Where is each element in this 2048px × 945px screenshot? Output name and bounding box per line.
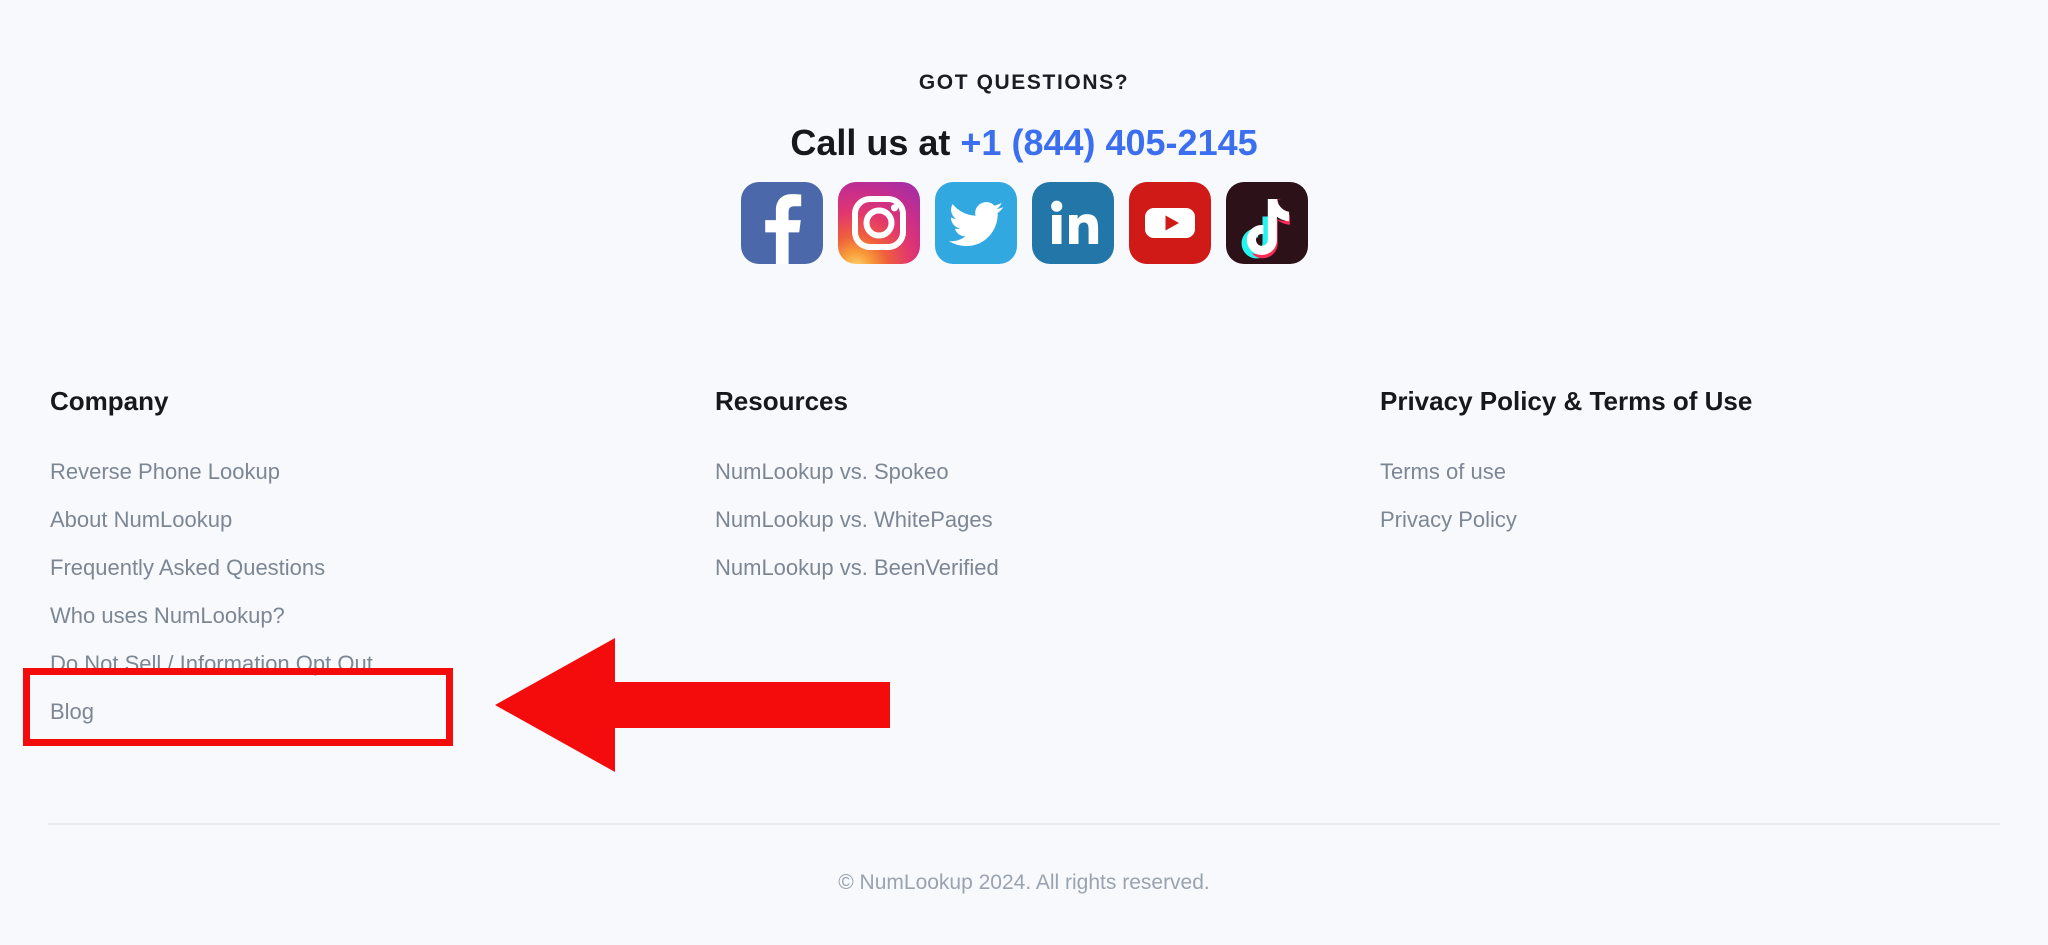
call-us-label: Call us at: [790, 122, 961, 163]
footer-link-numlookup-vs-beenverified[interactable]: NumLookup vs. BeenVerified: [715, 544, 999, 592]
footer-link-numlookup-vs-whitepages[interactable]: NumLookup vs. WhitePages: [715, 496, 993, 544]
list-item: Terms of use: [1380, 448, 1980, 496]
footer-column-privacy: Privacy Policy & Terms of Use Terms of u…: [1380, 385, 1980, 736]
phone-number-link[interactable]: +1 (844) 405-2145: [960, 122, 1257, 163]
footer-link-who-uses-numlookup[interactable]: Who uses NumLookup?: [50, 592, 285, 640]
list-item: Reverse Phone Lookup: [50, 448, 715, 496]
footer-column-resources: Resources NumLookup vs. Spokeo NumLookup…: [715, 385, 1380, 736]
copyright-text: © NumLookup 2024. All rights reserved.: [838, 871, 1210, 894]
contact-block: GOT QUESTIONS? Call us at +1 (844) 405-2…: [0, 0, 2048, 265]
list-item: Who uses NumLookup?: [50, 592, 715, 640]
list-item: NumLookup vs. BeenVerified: [715, 544, 1380, 592]
tiktok-icon[interactable]: [1225, 182, 1308, 265]
list-item: Frequently Asked Questions: [50, 544, 715, 592]
twitter-icon[interactable]: [934, 182, 1017, 265]
footer-heading-privacy-policy-terms: Privacy Policy & Terms of Use: [1380, 386, 1753, 416]
list-item: Blog: [50, 688, 715, 736]
footer-column-company: Company Reverse Phone Lookup About NumLo…: [50, 385, 715, 736]
footer-columns: Company Reverse Phone Lookup About NumLo…: [0, 385, 2048, 736]
footer-heading-resources: Resources: [715, 386, 848, 416]
footer-links-resources: NumLookup vs. Spokeo NumLookup vs. White…: [715, 448, 1380, 592]
footer-divider: [48, 823, 2000, 825]
linkedin-icon[interactable]: [1031, 182, 1114, 265]
footer-link-numlookup-vs-spokeo[interactable]: NumLookup vs. Spokeo: [715, 448, 949, 496]
got-questions-heading: GOT QUESTIONS?: [918, 71, 1130, 94]
call-us-line: Call us at +1 (844) 405-2145: [0, 121, 2048, 164]
footer-link-privacy-policy[interactable]: Privacy Policy: [1380, 496, 1517, 544]
social-links-row: [0, 182, 2048, 265]
footer-link-reverse-phone-lookup[interactable]: Reverse Phone Lookup: [50, 448, 280, 496]
facebook-icon[interactable]: [740, 182, 823, 265]
youtube-icon[interactable]: [1128, 182, 1211, 265]
footer-heading-company: Company: [50, 386, 169, 416]
list-item: Do Not Sell / Information Opt Out: [50, 640, 715, 688]
list-item: Privacy Policy: [1380, 496, 1980, 544]
list-item: NumLookup vs. Spokeo: [715, 448, 1380, 496]
footer-link-terms-of-use[interactable]: Terms of use: [1380, 448, 1506, 496]
list-item: About NumLookup: [50, 496, 715, 544]
footer-link-do-not-sell-information-opt-out[interactable]: Do Not Sell / Information Opt Out: [50, 640, 373, 688]
footer-links-company: Reverse Phone Lookup About NumLookup Fre…: [50, 448, 715, 736]
footer-link-frequently-asked-questions[interactable]: Frequently Asked Questions: [50, 544, 325, 592]
footer-link-about-numlookup[interactable]: About NumLookup: [50, 496, 232, 544]
instagram-icon[interactable]: [837, 182, 920, 265]
footer-link-blog[interactable]: Blog: [50, 688, 94, 736]
footer-links-privacy: Terms of use Privacy Policy: [1380, 448, 1980, 544]
list-item: NumLookup vs. WhitePages: [715, 496, 1380, 544]
